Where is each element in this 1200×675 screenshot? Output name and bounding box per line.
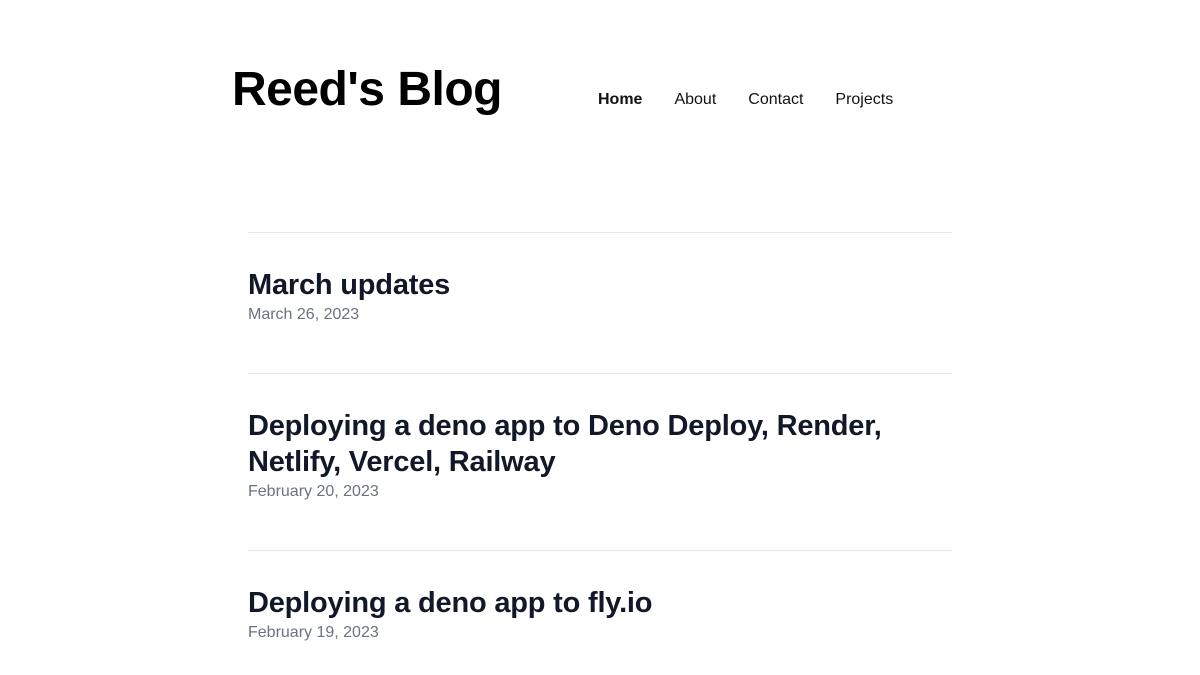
post-item: March updates March 26, 2023 xyxy=(248,232,952,373)
site-title[interactable]: Reed's Blog xyxy=(232,62,502,118)
nav-item-about[interactable]: About xyxy=(674,90,716,110)
post-title-link[interactable]: Deploying a deno app to Deno Deploy, Ren… xyxy=(248,408,952,480)
post-item: Deploying a deno app to fly.io February … xyxy=(248,550,952,675)
nav-item-projects[interactable]: Projects xyxy=(835,90,893,110)
site-header: Reed's Blog Home About Contact Projects xyxy=(232,62,932,122)
post-title-link[interactable]: March updates xyxy=(248,267,952,303)
main-nav: Home About Contact Projects xyxy=(598,90,925,110)
post-list: March updates March 26, 2023 Deploying a… xyxy=(248,232,952,675)
post-title-link[interactable]: Deploying a deno app to fly.io xyxy=(248,585,952,621)
nav-item-home[interactable]: Home xyxy=(598,90,642,110)
blog-page: Reed's Blog Home About Contact Projects … xyxy=(0,0,1200,675)
post-item: Deploying a deno app to Deno Deploy, Ren… xyxy=(248,373,952,550)
post-date: February 20, 2023 xyxy=(248,483,379,500)
post-date: March 26, 2023 xyxy=(248,306,360,323)
post-date: February 19, 2023 xyxy=(248,624,379,641)
nav-item-contact[interactable]: Contact xyxy=(748,90,803,110)
